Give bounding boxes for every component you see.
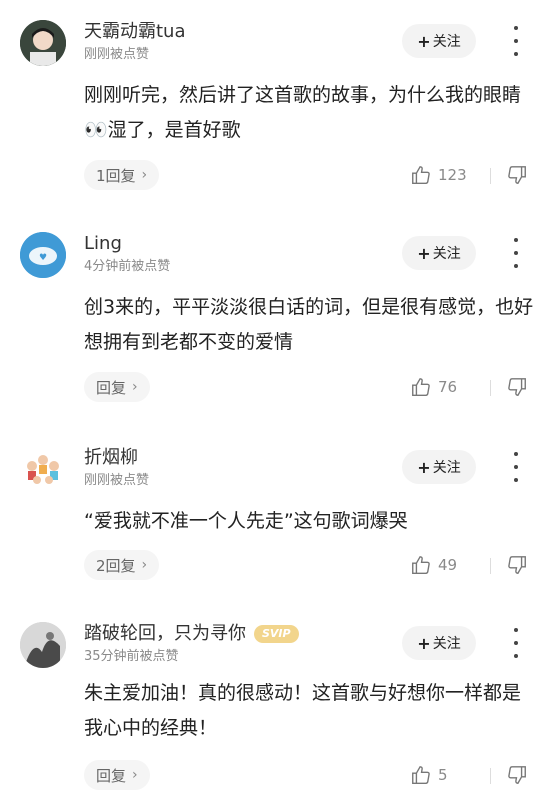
- reply-label: 2回复: [96, 556, 136, 575]
- like-button[interactable]: 5: [410, 764, 448, 786]
- follow-button[interactable]: + 关注: [402, 450, 476, 484]
- like-time: 35分钟前被点赞: [84, 649, 179, 664]
- like-count: 5: [438, 766, 448, 784]
- reply-button[interactable]: 回复 ›: [84, 760, 150, 790]
- plus-icon: +: [417, 633, 431, 653]
- comment-item: 天霸动霸tua 刚刚被点赞 + 关注 刚刚听完，然后讲了这首歌的故事，为什么我的…: [0, 20, 550, 200]
- thumbs-down-icon: [508, 766, 526, 784]
- like-time: 刚刚被点赞: [84, 473, 150, 488]
- avatar[interactable]: [20, 446, 66, 492]
- like-count: 123: [438, 166, 467, 184]
- divider: [490, 168, 491, 184]
- thumbs-up-icon: [412, 766, 430, 784]
- dislike-button[interactable]: [506, 554, 528, 580]
- more-vertical-icon[interactable]: [506, 628, 526, 658]
- follow-button[interactable]: + 关注: [402, 626, 476, 660]
- comment-text: 朱主爱加油！真的很感动！这首歌与好想你一样都是我心中的经典！: [84, 682, 522, 739]
- plus-icon: +: [417, 243, 431, 263]
- follow-label: 关注: [432, 460, 461, 476]
- username-row: 踏破轮回，只为寻你 SVIP: [84, 622, 299, 646]
- follow-label: 关注: [432, 246, 461, 262]
- thumbs-down-icon: [508, 556, 526, 574]
- reply-label: 1回复: [96, 166, 136, 185]
- comment-text: 创3来的，平平淡淡很白话的词，但是很有感觉，也好想拥有到老都不变的爱情: [84, 296, 534, 353]
- more-vertical-icon[interactable]: [506, 238, 526, 268]
- thumbs-down-icon: [508, 378, 526, 396]
- username[interactable]: Ling: [84, 232, 122, 256]
- comment-item: 踏破轮回，只为寻你 SVIP 35分钟前被点赞 + 关注 朱主爱加油！真的很感动！…: [0, 622, 550, 798]
- chevron-right-icon: ›: [141, 167, 148, 183]
- thumbs-up-icon: [412, 166, 430, 184]
- chevron-right-icon: ›: [132, 767, 138, 783]
- like-time: 4分钟前被点赞: [84, 259, 171, 274]
- comment-item: 折烟柳 刚刚被点赞 + 关注 “爱我就不准一个人先走”这句歌词爆哭 2回复 › …: [0, 446, 550, 586]
- chevron-right-icon: ›: [132, 379, 138, 395]
- divider: [490, 380, 491, 396]
- follow-label: 关注: [432, 636, 461, 652]
- follow-button[interactable]: + 关注: [402, 24, 476, 58]
- avatar[interactable]: ♥: [20, 232, 66, 278]
- thumbs-down-icon: [508, 166, 526, 184]
- like-button[interactable]: 76: [410, 376, 457, 398]
- dislike-button[interactable]: [506, 376, 528, 402]
- divider: [490, 768, 491, 784]
- svip-badge: SVIP: [254, 625, 299, 643]
- thumbs-up-icon: [412, 556, 430, 574]
- more-vertical-icon[interactable]: [506, 452, 526, 482]
- comment-item: ♥ Ling 4分钟前被点赞 + 关注 创3来的，平平淡淡很白话的词，但是很有感…: [0, 232, 550, 412]
- like-time: 刚刚被点赞: [84, 47, 150, 62]
- reply-button[interactable]: 1回复 ›: [84, 160, 160, 190]
- follow-label: 关注: [432, 34, 461, 50]
- thumbs-up-icon: [412, 378, 430, 396]
- reply-button[interactable]: 2回复 ›: [84, 550, 160, 580]
- divider: [490, 558, 491, 574]
- plus-icon: +: [417, 457, 431, 477]
- reply-label: 回复: [96, 378, 127, 397]
- dislike-button[interactable]: [506, 764, 528, 790]
- reply-label: 回复: [96, 766, 127, 785]
- username[interactable]: 踏破轮回，只为寻你: [84, 623, 246, 644]
- more-vertical-icon[interactable]: [506, 26, 526, 56]
- like-button[interactable]: 49: [410, 554, 457, 576]
- like-button[interactable]: 123: [410, 164, 467, 186]
- username[interactable]: 天霸动霸tua: [84, 20, 186, 44]
- reply-button[interactable]: 回复 ›: [84, 372, 150, 402]
- comment-text: 刚刚听完，然后讲了这首歌的故事，为什么我的眼睛👀湿了，是首好歌: [84, 84, 522, 141]
- svg-text:♥: ♥: [39, 253, 47, 263]
- dislike-button[interactable]: [506, 164, 528, 190]
- chevron-right-icon: ›: [141, 557, 148, 573]
- username[interactable]: 折烟柳: [84, 446, 138, 470]
- avatar[interactable]: [20, 622, 66, 668]
- plus-icon: +: [417, 31, 431, 51]
- like-count: 76: [438, 378, 458, 396]
- comment-text: “爱我就不准一个人先走”这句歌词爆哭: [84, 510, 408, 532]
- avatar[interactable]: [20, 20, 66, 66]
- follow-button[interactable]: + 关注: [402, 236, 476, 270]
- like-count: 49: [438, 556, 458, 574]
